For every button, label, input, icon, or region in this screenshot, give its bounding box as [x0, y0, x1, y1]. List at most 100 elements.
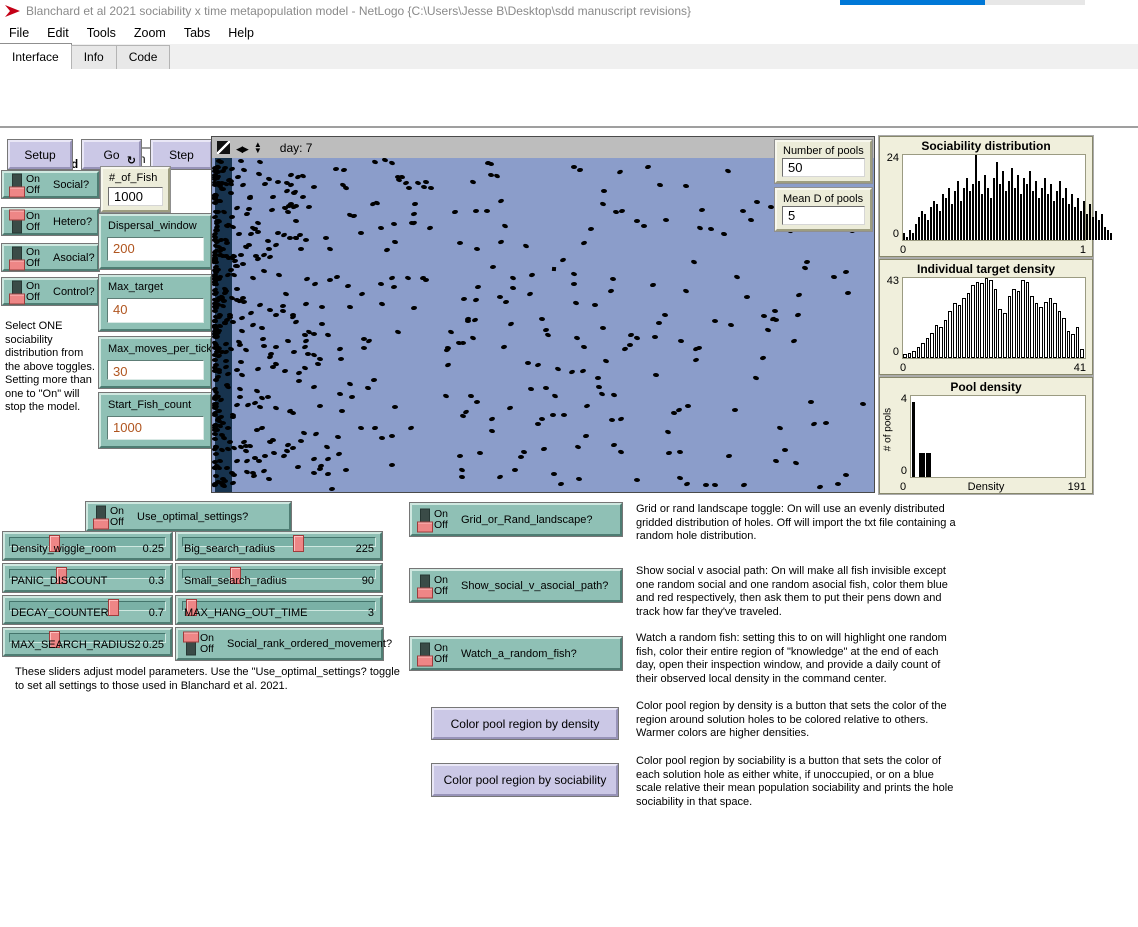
color-pool-by-density-button[interactable]: Color pool region by density: [432, 708, 618, 739]
switch-handle[interactable]: [9, 259, 25, 270]
setup-button[interactable]: Setup: [8, 140, 72, 169]
histogram-bar: [945, 198, 947, 241]
slider-label: MAX_HANG_OUT_TIME: [184, 607, 307, 619]
input-field[interactable]: 40: [107, 298, 204, 323]
switch-slot[interactable]: [420, 642, 430, 665]
switch-handle[interactable]: [417, 521, 433, 532]
slider-max-search-radius2[interactable]: MAX_SEARCH_RADIUS20.25: [3, 628, 172, 656]
histogram-bar: [909, 230, 911, 240]
fish-agent: [596, 384, 603, 389]
histogram-bar: [936, 204, 938, 240]
fish-agent: [253, 388, 260, 394]
tab-info[interactable]: Info: [71, 45, 117, 69]
slider-density-wiggle-room[interactable]: Density_wiggle_room0.25: [3, 532, 172, 560]
fish-agent: [792, 460, 799, 466]
input-max-target[interactable]: Max_target40: [99, 275, 212, 331]
slider-handle[interactable]: [108, 599, 119, 616]
fish-agent: [267, 307, 273, 311]
histogram-bar: [971, 285, 975, 358]
switch-handle[interactable]: [9, 293, 25, 304]
histogram-bar: [1053, 201, 1055, 240]
fish-agent: [410, 220, 417, 226]
switch-label: Grid_or_Rand_landscape?: [461, 514, 592, 526]
plot-y-min-tick: 0: [881, 346, 899, 358]
menu-tools[interactable]: Tools: [78, 26, 125, 40]
menu-edit[interactable]: Edit: [38, 26, 78, 40]
fish-agent: [683, 288, 690, 294]
fish-agent: [324, 444, 331, 450]
slider-max-hang-out-time[interactable]: MAX_HANG_OUT_TIME3: [176, 596, 382, 624]
histogram-bar: [942, 194, 944, 240]
switch-handle[interactable]: [417, 655, 433, 666]
switch-slot[interactable]: [12, 280, 22, 303]
switch-use-optimal-settings[interactable]: OnOffUse_optimal_settings?: [86, 502, 291, 531]
switch-slot[interactable]: [420, 508, 430, 531]
input-start-fish-count[interactable]: Start_Fish_count1000: [99, 393, 212, 448]
menu-file[interactable]: File: [0, 26, 38, 40]
fish-agent: [217, 312, 224, 317]
input-dispersal-window[interactable]: Dispersal_window200: [99, 214, 212, 269]
fish-agent: [334, 275, 341, 280]
slider-small-search-radius[interactable]: Small_search_radius90: [176, 564, 382, 592]
slider-decay-counter[interactable]: DECAY_COUNTER0.7: [3, 596, 172, 624]
switch-watch-a-random-fish[interactable]: OnOffWatch_a_random_fish?: [410, 637, 622, 670]
go-button[interactable]: Go: [82, 140, 141, 169]
histogram-bar: [1029, 171, 1031, 240]
menu-help[interactable]: Help: [219, 26, 263, 40]
switch-social-rank-ordered-movement[interactable]: OnOffSocial_rank_ordered_movement?: [176, 628, 383, 660]
menu-tabs[interactable]: Tabs: [175, 26, 219, 40]
view-resize-icon[interactable]: [217, 141, 230, 154]
slider-panic-discount[interactable]: PANIC_DISCOUNT0.3: [3, 564, 172, 592]
fish-agent: [384, 247, 391, 252]
plot-area: [910, 395, 1086, 478]
switch-handle[interactable]: [417, 587, 433, 598]
fish-agent: [473, 209, 479, 214]
color-pool-by-sociability-button[interactable]: Color pool region by sociability: [432, 764, 618, 796]
switch-slot[interactable]: [420, 574, 430, 597]
input-max-moves-per-tick[interactable]: Max_moves_per_tick30: [99, 337, 212, 388]
input-field[interactable]: 1000: [107, 416, 204, 440]
switch-slot[interactable]: [186, 633, 196, 656]
view-horizontal-arrows-icon[interactable]: [236, 139, 248, 157]
histogram-bar: [1030, 296, 1034, 358]
slider-big-search-radius[interactable]: Big_search_radius225: [176, 532, 382, 560]
switch-hetero[interactable]: OnOffHetero?: [2, 208, 99, 235]
fish-agent: [243, 348, 250, 354]
fish-agent: [256, 160, 263, 165]
fish-agent: [228, 166, 235, 171]
switch-handle[interactable]: [183, 632, 199, 643]
input-field[interactable]: 30: [107, 360, 204, 380]
switch-social[interactable]: OnOffSocial?: [2, 171, 99, 198]
switch-slot[interactable]: [12, 210, 22, 233]
switch-handle[interactable]: [93, 518, 109, 529]
monitor-label: Number of pools: [783, 145, 864, 157]
switch-asocial[interactable]: OnOffAsocial?: [2, 244, 99, 271]
tab-code[interactable]: Code: [116, 45, 171, 69]
histogram-bar: [1065, 188, 1067, 240]
fish-agent: [472, 317, 479, 323]
histogram-bar: [919, 453, 922, 477]
histogram-bar: [912, 402, 915, 477]
fish-agent: [288, 202, 294, 206]
fish-agent: [652, 335, 658, 339]
menu-zoom[interactable]: Zoom: [125, 26, 175, 40]
view-vertical-arrows-icon[interactable]: [254, 142, 262, 154]
note-watch-fish: Watch a random fish: setting this to on …: [636, 632, 961, 686]
switch-handle[interactable]: [9, 186, 25, 197]
slider-handle[interactable]: [293, 535, 304, 552]
fish-agent: [528, 272, 535, 277]
histogram-bar: [984, 175, 986, 240]
fish-agent: [474, 399, 480, 403]
switch-grid-or-rand-landscape[interactable]: OnOffGrid_or_Rand_landscape?: [410, 503, 622, 536]
input-field[interactable]: 200: [107, 237, 204, 261]
monitor-number-of-pools: Number of pools50: [775, 140, 872, 183]
tab-interface[interactable]: Interface: [0, 43, 72, 69]
switch-slot[interactable]: [12, 246, 22, 269]
switch-slot[interactable]: [12, 173, 22, 196]
fish-agent: [520, 450, 527, 455]
switch-slot[interactable]: [96, 505, 106, 528]
step-button[interactable]: Step: [151, 140, 212, 169]
switch-control[interactable]: OnOffControl?: [2, 278, 99, 305]
switch-show-social-v-asocial-path[interactable]: OnOffShow_social_v_asocial_path?: [410, 569, 622, 602]
switch-handle[interactable]: [9, 209, 25, 220]
